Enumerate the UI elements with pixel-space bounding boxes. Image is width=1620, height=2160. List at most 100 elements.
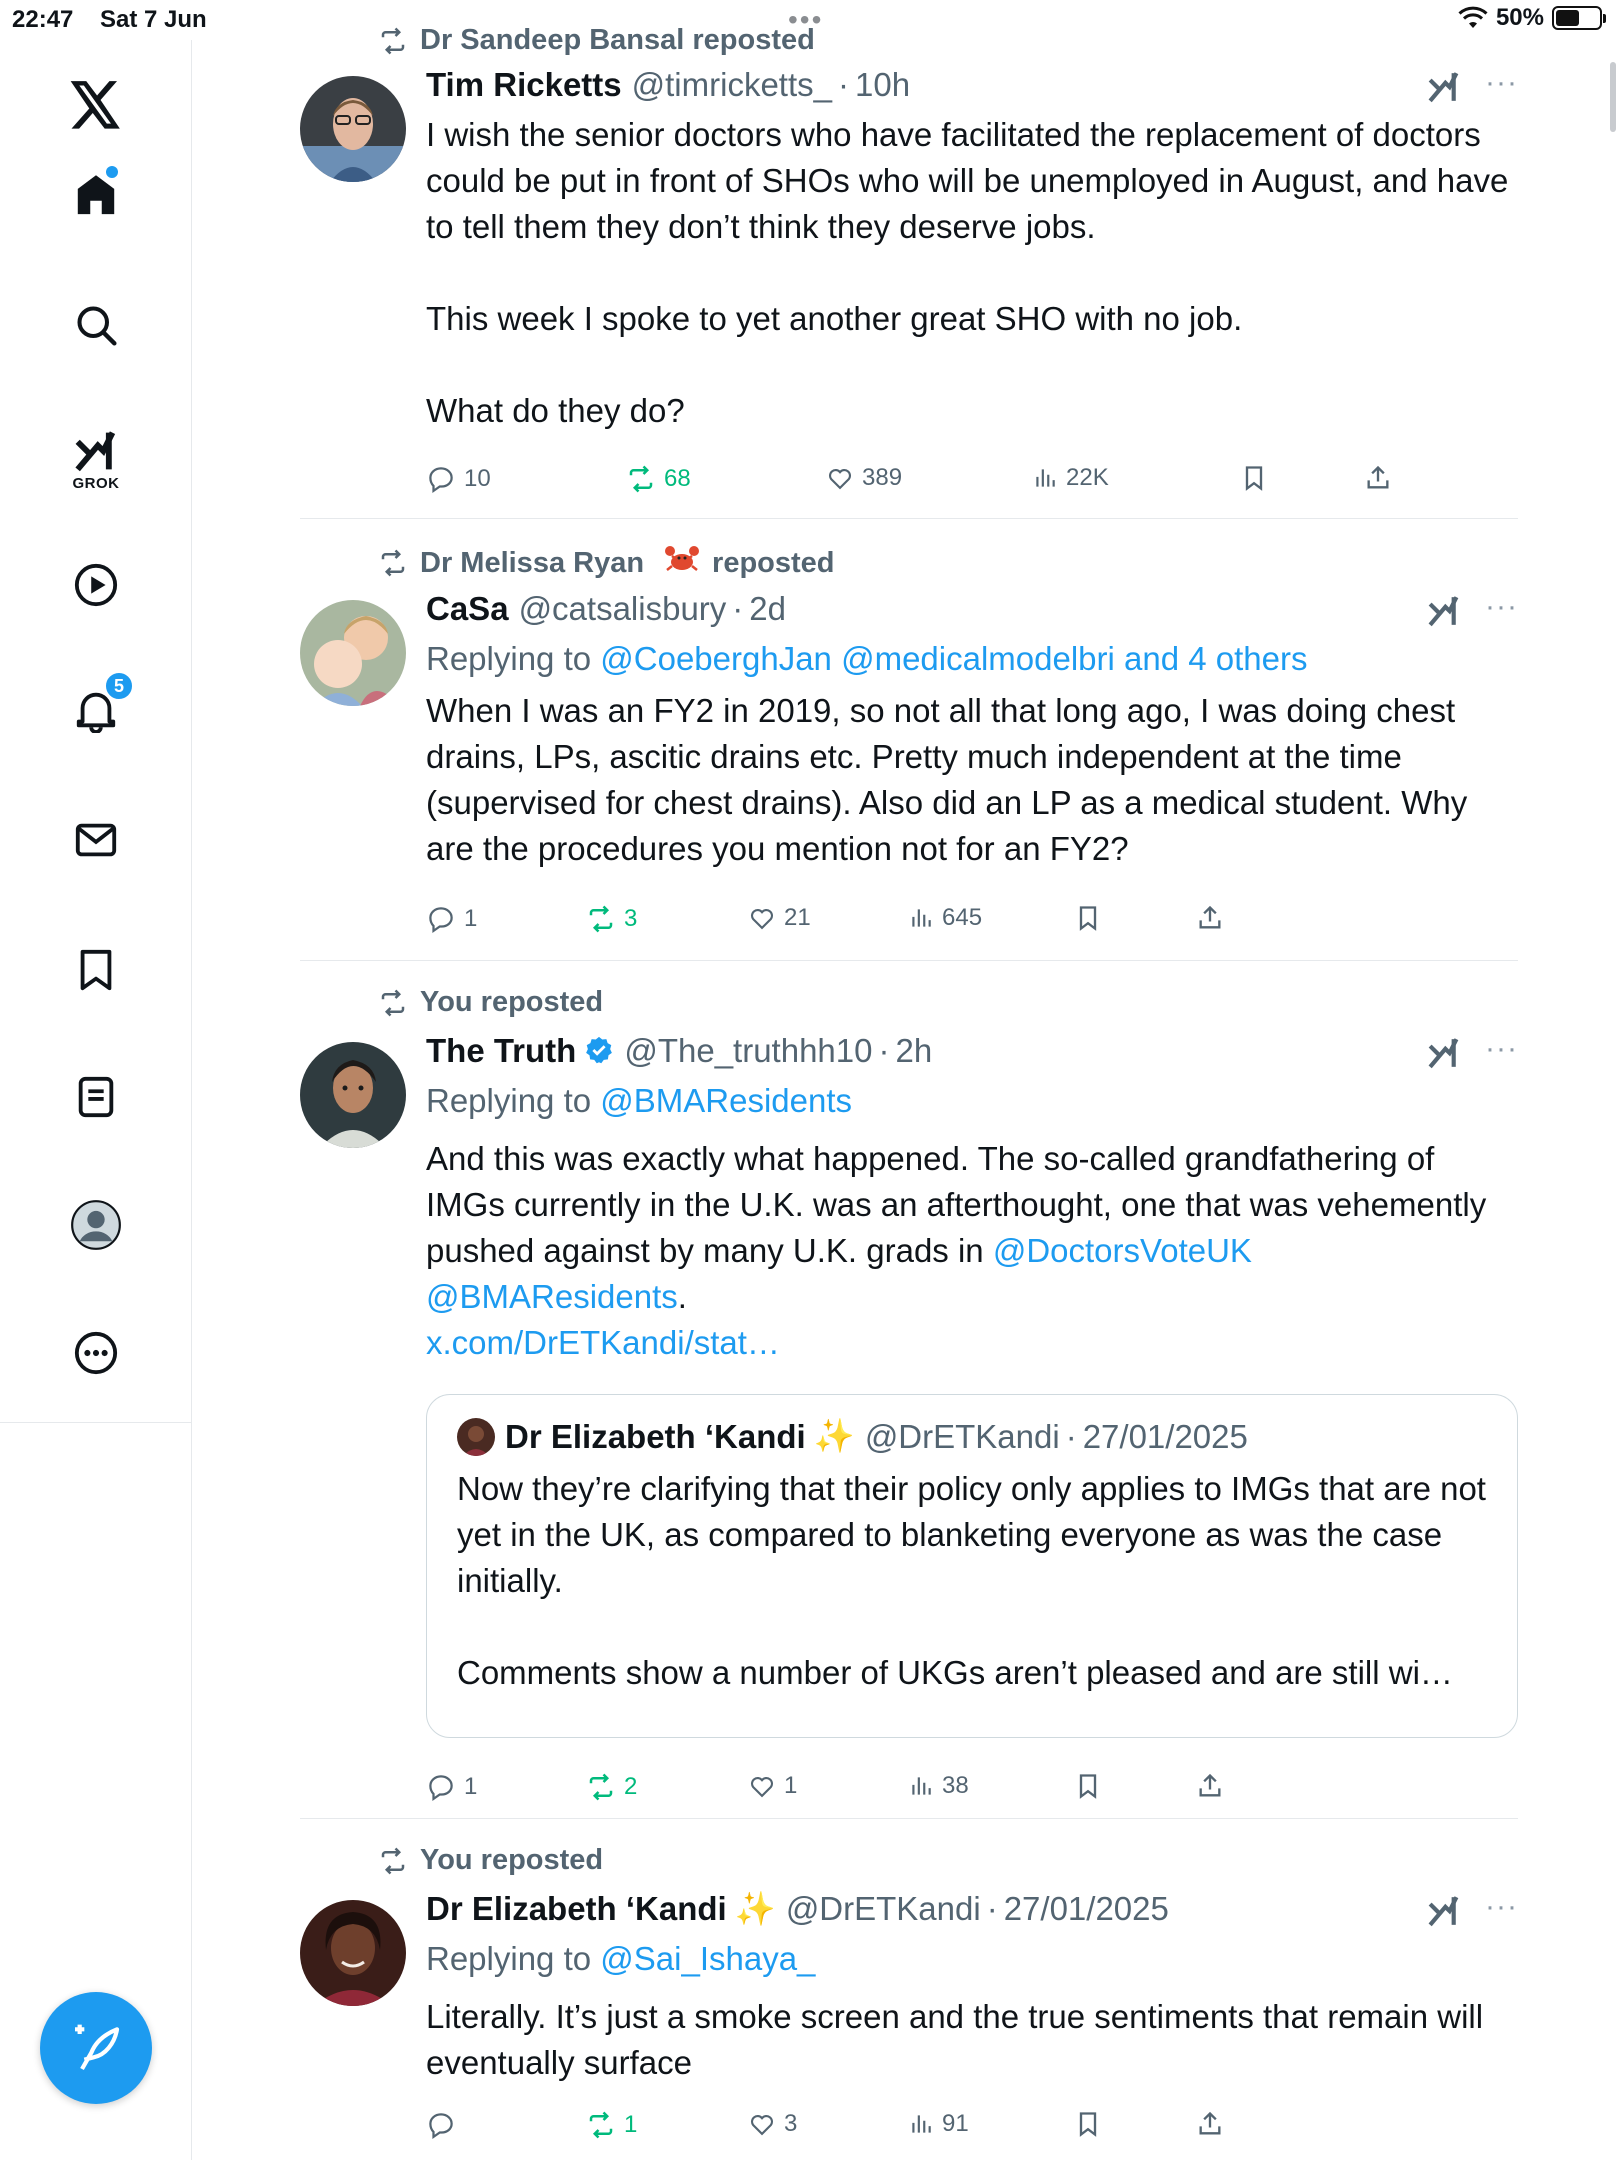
like-button[interactable]: 389 <box>826 464 902 492</box>
author-handle[interactable]: @The_truthhh10 <box>624 1032 872 1070</box>
repost-button[interactable]: 1 <box>586 2110 637 2140</box>
scrollbar[interactable] <box>1610 62 1616 132</box>
author-name[interactable]: Tim Ricketts <box>426 66 622 104</box>
grok-icon <box>1428 1038 1459 1069</box>
repost-by: Dr Sandeep Bansal reposted <box>420 24 815 56</box>
more-options-icon[interactable]: ··· <box>1485 1032 1518 1066</box>
sidebar-item-bookmarks[interactable] <box>0 925 192 1015</box>
avatar[interactable] <box>300 1042 406 1148</box>
timestamp[interactable]: 10h <box>855 66 910 104</box>
bookmark-button[interactable] <box>1240 464 1268 492</box>
tweet-header: CaSa @catsalisbury · 2d <box>426 590 1518 634</box>
reply-button[interactable]: 1 <box>426 904 477 934</box>
avatar[interactable] <box>300 1900 406 2006</box>
sidebar-item-explore[interactable] <box>0 280 192 370</box>
separator: · <box>1065 1417 1077 1455</box>
separator: · <box>838 66 849 103</box>
heart-icon <box>828 469 852 490</box>
repost-count: 2 <box>624 1773 638 1800</box>
bookmark-button[interactable] <box>1074 904 1102 932</box>
compose-post-button[interactable] <box>40 1992 152 2104</box>
tweet[interactable]: You reposted Dr Elizabeth ‘Kandi ✨ @DrET… <box>300 1842 1518 2160</box>
share-button[interactable] <box>1196 2110 1224 2138</box>
author-name[interactable]: CaSa <box>426 590 509 628</box>
more-options-icon[interactable]: ··· <box>1485 590 1518 624</box>
repost-button[interactable]: 3 <box>586 904 637 934</box>
views-button[interactable]: 91 <box>908 2110 969 2138</box>
share-button[interactable] <box>1364 464 1392 492</box>
repost-suffix: reposted <box>712 546 835 579</box>
more-options-icon[interactable]: ··· <box>1485 66 1518 100</box>
avatar[interactable] <box>300 600 406 706</box>
tweet[interactable]: Dr Sandeep Bansal reposted Tim Ricketts … <box>300 22 1518 502</box>
share-button[interactable] <box>1196 1772 1224 1800</box>
grok-explain-button[interactable] <box>1426 1036 1462 1075</box>
mention-link[interactable]: @BMAResidents <box>426 1278 678 1315</box>
sidebar-item-more[interactable] <box>0 1308 192 1398</box>
grok-explain-button[interactable] <box>1426 70 1462 109</box>
compose-feather-icon <box>75 2024 120 2071</box>
tweet[interactable]: Dr Melissa Ryan reposted CaSa @catsalisb… <box>300 542 1518 942</box>
repost-button[interactable]: 68 <box>626 464 691 494</box>
url-link[interactable]: x.com/DrETKandi/stat… <box>426 1324 780 1361</box>
author-name[interactable]: The Truth <box>426 1032 576 1070</box>
views-button[interactable]: 22K <box>1032 464 1109 492</box>
text-period: . <box>677 1278 687 1315</box>
reply-button[interactable]: 1 <box>426 1772 477 1802</box>
like-count: 1 <box>784 1772 798 1799</box>
views-button[interactable]: 645 <box>908 904 982 932</box>
reply-button[interactable] <box>426 2110 456 2140</box>
replying-to: Replying to @BMAResidents <box>426 1082 1518 1120</box>
timestamp[interactable]: 2d <box>749 590 786 628</box>
timestamp[interactable]: 27/01/2025 <box>1004 1890 1169 1928</box>
tweet-body: The Truth @The_truthhh10 · 2h ··· Replyi… <box>426 1032 1518 1366</box>
quoted-tweet[interactable]: Dr Elizabeth ‘Kandi ✨ @DrETKandi · 27/01… <box>426 1394 1518 1738</box>
author-handle[interactable]: @catsalisbury <box>519 590 727 628</box>
share-icon <box>1199 2111 1221 2135</box>
share-button[interactable] <box>1196 904 1224 932</box>
sidebar-item-video[interactable] <box>0 540 192 630</box>
author-handle[interactable]: @DrETKandi <box>786 1890 981 1928</box>
status-date: Sat 7 Jun <box>100 6 207 33</box>
mention-link[interactable]: @DoctorsVoteUK <box>993 1232 1252 1269</box>
video-icon <box>74 563 118 607</box>
reply-button[interactable]: 10 <box>426 464 491 494</box>
bookmark-icon <box>1079 906 1097 931</box>
more-options-icon[interactable]: ··· <box>1485 1890 1518 1924</box>
sidebar-item-notifications[interactable]: 5 <box>0 665 192 755</box>
sidebar-item-profile[interactable] <box>0 1180 192 1270</box>
sidebar-item-home[interactable] <box>0 150 192 240</box>
author-name[interactable]: Dr Elizabeth ‘Kandi <box>426 1890 727 1928</box>
replying-to-prefix: Replying to <box>426 1082 601 1119</box>
battery-icon <box>1552 6 1606 30</box>
grok-explain-button[interactable] <box>1426 1894 1462 1933</box>
tweet-header: Dr Elizabeth ‘Kandi ✨ @DrETKandi · 27/01… <box>426 1890 1518 1934</box>
timestamp[interactable]: 2h <box>896 1032 933 1070</box>
tweet-divider <box>300 518 1518 519</box>
like-button[interactable]: 21 <box>748 904 811 932</box>
x-logo-icon[interactable] <box>0 60 192 150</box>
repost-icon <box>589 905 613 933</box>
view-count: 38 <box>942 1772 969 1799</box>
tweet-divider <box>300 960 1518 961</box>
repost-button[interactable]: 2 <box>586 1772 637 1802</box>
avatar[interactable] <box>300 76 406 182</box>
reply-target-links[interactable]: @CoeberghJan @medicalmodelbri and 4 othe… <box>600 640 1307 677</box>
bookmark-button[interactable] <box>1074 2110 1102 2138</box>
bookmark-button[interactable] <box>1074 1772 1102 1800</box>
quote-author-name: Dr Elizabeth ‘Kandi <box>505 1417 806 1455</box>
like-button[interactable]: 3 <box>748 2110 797 2138</box>
views-icon <box>912 2115 931 2133</box>
tweet[interactable]: You reposted The Truth @The_truthhh10 · … <box>300 984 1518 1804</box>
reply-target-link[interactable]: @BMAResidents <box>600 1082 852 1119</box>
reply-target-link[interactable]: @Sai_Ishaya_ <box>600 1940 815 1977</box>
sidebar-item-lists[interactable] <box>0 1052 192 1142</box>
repost-icon <box>381 549 405 577</box>
sidebar-item-messages[interactable] <box>0 795 192 885</box>
views-button[interactable]: 38 <box>908 1772 969 1800</box>
home-unread-dot <box>106 166 118 178</box>
grok-explain-button[interactable] <box>1426 594 1462 633</box>
author-handle[interactable]: @timricketts_ <box>632 66 832 104</box>
sidebar-item-grok[interactable]: GROK <box>0 410 192 510</box>
like-button[interactable]: 1 <box>748 1772 797 1800</box>
